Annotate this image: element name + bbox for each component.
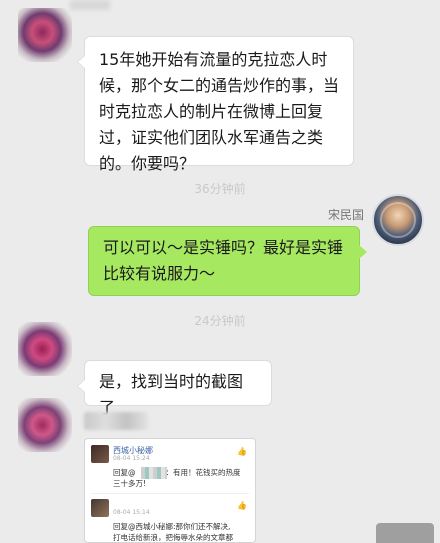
thumb-up-icon: 👍 xyxy=(237,447,247,456)
contact-avatar[interactable] xyxy=(18,8,72,62)
comment-text-line: 回复@西城小秘娜:那你们还不解决, xyxy=(113,522,231,531)
contact-avatar[interactable] xyxy=(18,322,72,376)
comment-time: 08-04 15:14 xyxy=(113,509,150,516)
image-message-screenshot[interactable]: 西城小秘娜 08-04 15:24 👍 回复@ ：有用！花钱买的热度 三十多万! … xyxy=(84,438,256,543)
redaction-mark xyxy=(70,0,110,10)
comment-text-line: 打电话给新浪，把侮辱水朵的文章都 xyxy=(113,533,233,542)
outgoing-message-bubble[interactable]: 可以可以～是实锤吗？最好是实锤比较有说服力～ xyxy=(88,226,367,296)
comment-text-line: 三十多万! xyxy=(113,479,147,488)
corner-overlay-button[interactable] xyxy=(376,523,434,543)
message-text: 15年她开始有流量的克拉恋人时候，那个女二的通告炒作的事，当时克拉恋人的制片在微… xyxy=(99,50,340,173)
incoming-message-bubble[interactable]: 是，找到当时的截图了 xyxy=(77,360,272,417)
redacted-sender-name xyxy=(84,412,148,430)
contact-avatar[interactable] xyxy=(18,398,72,452)
comment-text-line: 回复@ ：有用！花钱买的热度 xyxy=(113,468,241,477)
message-timestamp: 36分钟前 xyxy=(194,182,246,196)
message-text: 可以可以～是实锤吗？最好是实锤比较有说服力～ xyxy=(103,238,344,283)
comment-time: 08-04 15:24 xyxy=(113,455,150,462)
incoming-message-bubble[interactable]: 15年她开始有流量的克拉恋人时候，那个女二的通告炒作的事，当时克拉恋人的制片在微… xyxy=(77,36,354,173)
message-text: 是，找到当时的截图了 xyxy=(99,372,244,417)
sender-name: 宋民国 xyxy=(327,208,364,222)
commenter-avatar xyxy=(91,499,109,517)
user-avatar[interactable] xyxy=(372,194,424,246)
thumb-up-icon: 👍 xyxy=(237,501,247,510)
comment-divider xyxy=(91,493,249,494)
commenter-avatar xyxy=(91,445,109,463)
